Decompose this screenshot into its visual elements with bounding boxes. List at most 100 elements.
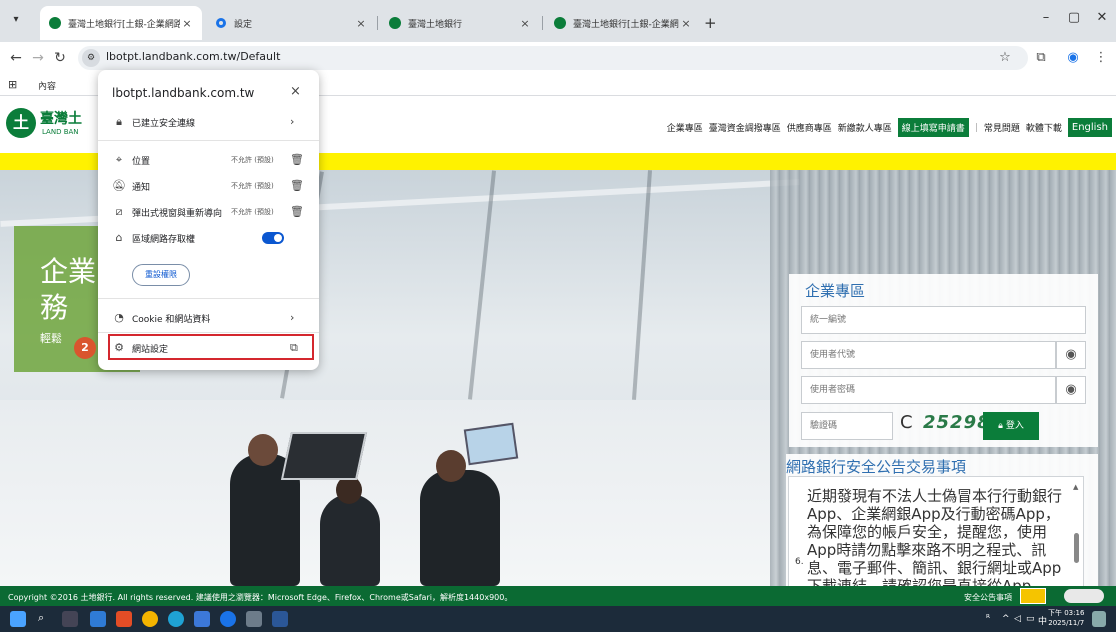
step-number-badge: 2: [74, 337, 96, 359]
enterprise-login-panel: 企業專區 統一編號 使用者代號 ◉ 使用者密碼 ◉ 驗證碼 C 25298 🔒︎…: [789, 274, 1098, 447]
app-icon[interactable]: [194, 611, 210, 627]
nav-download[interactable]: 軟體下載: [1026, 121, 1062, 134]
volume-icon[interactable]: ◁: [1014, 614, 1021, 624]
app-icon[interactable]: [116, 611, 132, 627]
word-icon[interactable]: [272, 611, 288, 627]
notice-scrollbar[interactable]: ▲ ▼: [1073, 483, 1081, 586]
chrome-icon[interactable]: [142, 611, 158, 627]
footer-copyright: Copyright ©2016 土地銀行. All rights reserve…: [8, 593, 513, 602]
tax-id-field[interactable]: 統一編號: [801, 306, 1086, 334]
footer-security-link[interactable]: 安全公告事項: [964, 592, 1012, 603]
captcha-field[interactable]: 驗證碼: [801, 412, 893, 440]
nav-faq[interactable]: 常見問題: [984, 121, 1020, 134]
nav-supplier[interactable]: 供應商專區: [787, 121, 832, 134]
bookmark-star-icon[interactable]: ☆: [996, 50, 1014, 65]
address-bar[interactable]: ⚙ lbotpt.landbank.com.tw/Default: [78, 46, 1028, 70]
tab-close-icon[interactable]: ×: [180, 17, 194, 30]
user-id-field[interactable]: 使用者代號: [801, 341, 1056, 369]
lock-icon: 🔒︎: [116, 115, 122, 128]
window-frame: [631, 170, 653, 400]
back-arrow-icon[interactable]: ←: [6, 48, 26, 68]
scroll-up-icon[interactable]: ▲: [1073, 483, 1078, 491]
notice-scroll-area[interactable]: 6. 近期發現有不法人士偽冒本行行動銀行App、企業網銀App及行動密碼App，…: [788, 476, 1084, 586]
tray-expand-icon[interactable]: ^: [1002, 614, 1010, 624]
scroll-thumb[interactable]: [1074, 533, 1079, 563]
tab-landbank-active[interactable]: 臺灣土地銀行[土銀-企業網路銀 ×: [40, 6, 202, 40]
task-view-icon[interactable]: [62, 611, 78, 627]
extensions-icon[interactable]: ⧉: [1032, 50, 1050, 65]
landbank-logo-icon[interactable]: 土: [6, 108, 36, 138]
captcha-image: 25298: [923, 412, 991, 433]
nav-divider: |: [974, 122, 978, 133]
tab-search-icon[interactable]: ▾: [8, 12, 24, 28]
trash-icon[interactable]: 🗑︎: [290, 153, 304, 166]
profile-avatar-icon[interactable]: ◉: [1064, 50, 1082, 65]
nav-new-payer[interactable]: 新繳款人專區: [838, 121, 892, 134]
new-tab-button[interactable]: +: [704, 14, 717, 32]
promo-heading-line1: 企業: [40, 255, 97, 288]
site-info-icon[interactable]: ⚙: [82, 49, 100, 67]
login-button[interactable]: 🔒︎ 登入: [983, 412, 1039, 440]
security-badge-icon[interactable]: [1020, 588, 1046, 604]
reset-permissions-button[interactable]: 重設權限: [132, 264, 190, 286]
trash-icon[interactable]: 🗑︎: [290, 179, 304, 192]
connection-secure-row[interactable]: 🔒︎ 已建立安全連線 ›: [98, 110, 319, 134]
permission-label: 彈出式視窗與重新導向: [132, 209, 223, 219]
eye-icon[interactable]: ◉: [1056, 376, 1086, 404]
nav-enterprise[interactable]: 企業專區: [667, 121, 703, 134]
cookie-row[interactable]: ◔ Cookie 和網站資料 ›: [98, 306, 319, 330]
refresh-captcha-icon[interactable]: C: [900, 412, 913, 433]
password-field[interactable]: 使用者密碼: [801, 376, 1056, 404]
tab-landbank-home[interactable]: 臺灣土地銀行 ×: [380, 6, 540, 40]
popup-divider: [98, 332, 319, 333]
chevron-right-icon: ›: [290, 311, 295, 324]
app-icon[interactable]: [246, 611, 262, 627]
eye-icon[interactable]: ◉: [1056, 341, 1086, 369]
windows-start-icon[interactable]: [10, 611, 26, 627]
clock[interactable]: 下午 03:16 2025/11/7: [1048, 608, 1084, 628]
notification-icon[interactable]: [1092, 611, 1106, 627]
user-tray-icon[interactable]: ᴿ: [986, 614, 990, 624]
forward-arrow-icon[interactable]: →: [28, 48, 48, 68]
trash-icon[interactable]: 🗑︎: [290, 205, 304, 218]
menu-kebab-icon[interactable]: ⋮: [1092, 50, 1110, 65]
minimize-icon[interactable]: –: [1036, 10, 1056, 25]
bookmark-item[interactable]: 內容: [38, 79, 56, 92]
search-icon[interactable]: ⌕: [38, 611, 54, 627]
local-network-row[interactable]: ⌂ 區域網路存取權: [98, 226, 319, 250]
notice-item-number: 6.: [795, 557, 804, 567]
certificate-badge-icon[interactable]: [1064, 589, 1104, 603]
tab-landbank-enterprise[interactable]: 臺灣土地銀行[土銀-企業網路銀 ×: [545, 6, 701, 40]
logo-subtext: LAND BAN: [42, 128, 79, 136]
app-icon[interactable]: [90, 611, 106, 627]
tab-close-icon[interactable]: ×: [518, 17, 532, 30]
landbank-favicon-icon: [554, 17, 566, 29]
notice-title: 網路銀行安全公告交易事項: [786, 458, 967, 476]
logo-text: 臺灣土: [40, 111, 82, 127]
nav-english[interactable]: English: [1067, 118, 1112, 137]
permission-notifications-row[interactable]: 🔕︎ 通知 不允許 (預設) 🗑︎: [98, 174, 319, 198]
tab-settings[interactable]: 設定 ×: [206, 6, 376, 40]
clock-date: 2025/11/7: [1048, 619, 1085, 627]
reload-icon[interactable]: ↻: [50, 48, 70, 68]
business-people-image: [190, 414, 550, 586]
cookie-label: Cookie 和網站資料: [132, 315, 211, 325]
ime-indicator[interactable]: 中: [1038, 614, 1047, 627]
popup-close-icon[interactable]: ×: [290, 84, 301, 99]
tab-close-icon[interactable]: ×: [354, 17, 368, 30]
maximize-icon[interactable]: ▢: [1064, 10, 1084, 25]
permission-popups-row[interactable]: ⧄ 彈出式視窗與重新導向 不允許 (預設) 🗑︎: [98, 200, 319, 224]
permission-location-row[interactable]: ⌖ 位置 不允許 (預設) 🗑︎: [98, 148, 319, 172]
tab-close-icon[interactable]: ×: [679, 17, 693, 30]
url-text[interactable]: lbotpt.landbank.com.tw/Default: [106, 50, 280, 63]
tab-title: 臺灣土地銀行[土銀-企業網路銀: [573, 19, 679, 30]
permission-label: 位置: [132, 157, 151, 167]
window-close-icon[interactable]: ✕: [1092, 10, 1112, 25]
nav-fund-transfer[interactable]: 臺灣資金調撥專區: [709, 121, 781, 134]
local-network-toggle[interactable]: [262, 232, 284, 244]
browser-icon[interactable]: [220, 611, 236, 627]
apps-grid-icon[interactable]: ⊞: [8, 78, 17, 91]
network-icon[interactable]: ▭: [1026, 614, 1035, 624]
nav-online-application[interactable]: 線上填寫申請書: [897, 118, 969, 137]
edge-icon[interactable]: [168, 611, 184, 627]
